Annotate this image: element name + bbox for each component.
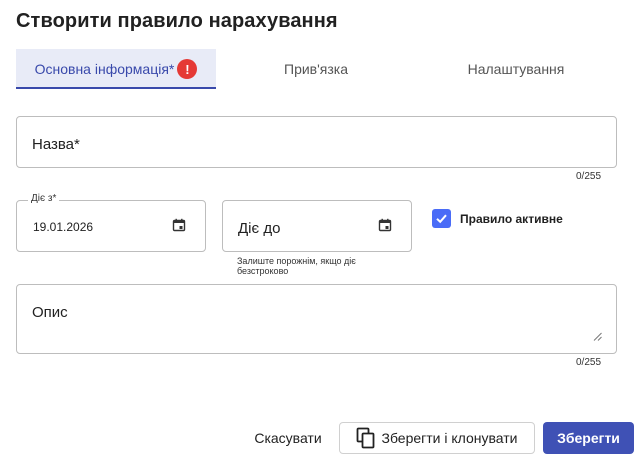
valid-to-label: Діє до — [238, 220, 281, 237]
tab-main-info-label: Основна інформація* — [34, 61, 175, 77]
rule-active-checkbox[interactable] — [432, 209, 451, 228]
tab-bar: Основна інформація* ! Прив'язка Налаштув… — [16, 49, 616, 89]
valid-from-value: 19.01.2026 — [33, 220, 94, 234]
description-textarea[interactable]: Опис — [16, 284, 617, 354]
copy-icon — [357, 427, 375, 449]
valid-to-hint: Залиште порожнім, якщо діє безстроково — [237, 256, 356, 276]
tab-settings[interactable]: Налаштування — [416, 49, 616, 89]
calendar-icon[interactable] — [172, 218, 186, 232]
valid-from-label: Діє з* — [28, 193, 60, 204]
tab-settings-label: Налаштування — [467, 61, 565, 77]
description-char-counter: 0/255 — [576, 357, 602, 368]
tab-binding-label: Прив'язка — [284, 61, 348, 77]
dialog-title: Створити правило нарахування — [16, 10, 338, 32]
calendar-icon[interactable] — [378, 218, 392, 232]
tab-binding[interactable]: Прив'язка — [216, 49, 416, 89]
save-and-clone-label: Зберегти і клонувати — [381, 430, 518, 446]
resize-handle-icon[interactable] — [593, 332, 602, 341]
name-input[interactable]: Назва* — [16, 116, 617, 168]
error-badge-icon: ! — [177, 59, 198, 79]
rule-active-label: Правило активне — [460, 212, 563, 226]
name-char-counter: 0/255 — [576, 171, 602, 182]
valid-from-date-input[interactable]: 19.01.2026 — [16, 200, 206, 252]
cancel-button[interactable]: Скасувати — [246, 422, 330, 454]
description-label: Опис — [32, 304, 68, 321]
save-and-clone-button[interactable]: Зберегти і клонувати — [339, 422, 535, 454]
tab-main-info[interactable]: Основна інформація* ! — [16, 49, 216, 89]
check-icon — [436, 214, 447, 224]
valid-to-date-input[interactable]: Діє до — [222, 200, 412, 252]
name-label: Назва* — [32, 136, 80, 153]
save-button[interactable]: Зберегти — [543, 422, 634, 454]
